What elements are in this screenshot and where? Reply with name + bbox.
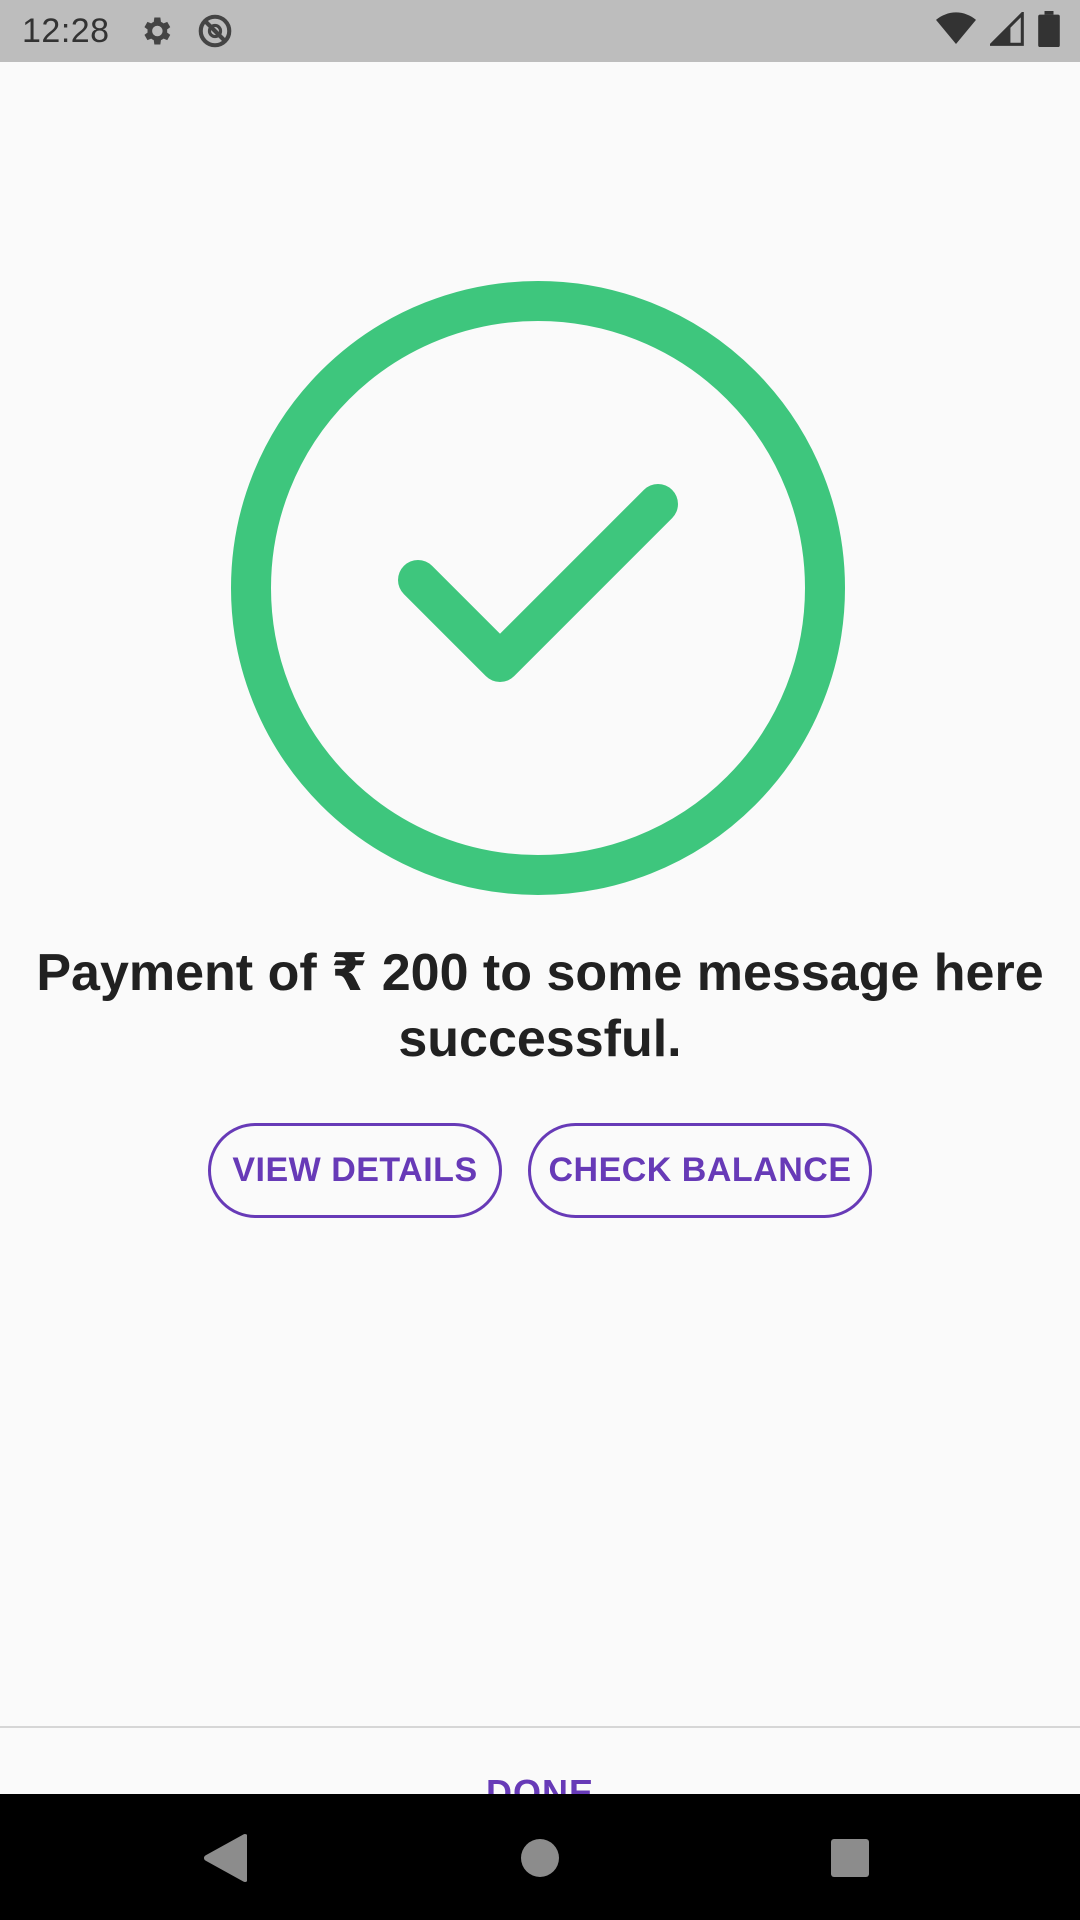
back-icon[interactable] [196,1830,252,1886]
home-icon[interactable] [512,1830,568,1886]
status-time: 12:28 [22,11,110,50]
battery-icon [1038,10,1060,52]
do-not-disturb-icon [196,12,234,50]
done-label: DONE [485,1772,594,1794]
gear-icon [138,13,174,49]
wifi-icon [936,11,976,51]
navigation-bar [0,1794,1080,1920]
check-circle-icon [228,278,848,898]
check-balance-button[interactable]: CHECK BALANCE [528,1123,872,1218]
cell-signal-icon [988,9,1024,51]
status-bar: 12:28 [0,0,1080,62]
payment-success-message: Payment of ₹ 200 to some message here su… [36,944,1044,1068]
done-button[interactable]: DONE [0,1728,1080,1794]
view-details-button[interactable]: VIEW DETAILS [208,1123,502,1218]
recent-apps-icon[interactable] [822,1830,878,1886]
